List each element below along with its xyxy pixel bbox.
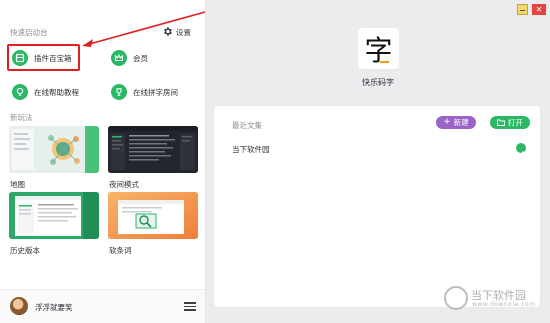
minimize-icon[interactable] [517, 4, 528, 15]
quick-action-label: 在线帮助教程 [34, 87, 79, 97]
app-logo: 字 [358, 28, 399, 69]
check-circle-icon [516, 143, 526, 156]
avatar[interactable] [10, 297, 28, 315]
folder-icon [497, 119, 505, 126]
settings-button[interactable]: 设置 [176, 27, 191, 38]
close-icon[interactable]: ✕ [532, 4, 546, 15]
user-footer: 浮浮就要笑 [0, 289, 205, 323]
quick-start-label: 快速启动台 [10, 28, 48, 37]
watermark-url: www.downxia.com [472, 301, 536, 308]
search-thumbnail[interactable] [108, 192, 198, 239]
trophy-icon [111, 84, 127, 100]
plus-icon: + [443, 117, 451, 127]
night-mode-thumbnail[interactable] [108, 126, 198, 173]
quick-action-label: 在线拼字房间 [133, 87, 178, 97]
watermark-logo [444, 286, 468, 310]
hamburger-menu-icon[interactable] [184, 300, 196, 312]
gear-icon[interactable] [162, 26, 173, 37]
recent-title: 最近文集 [232, 121, 262, 130]
feature-label: 历史版本 [10, 246, 40, 255]
quick-action-label: 会员 [133, 53, 148, 63]
new-play-label: 新玩法 [10, 113, 33, 122]
history-thumbnail[interactable] [9, 192, 99, 239]
crown-icon [111, 50, 127, 66]
quick-action-typing-room[interactable]: 在线拼字房间 [111, 81, 178, 103]
map-thumbnail[interactable] [9, 126, 99, 173]
annotation-highlight-box [7, 44, 80, 71]
username: 浮浮就要笑 [35, 303, 73, 312]
lightbulb-icon [12, 84, 28, 100]
recent-file-name: 当下软件园 [232, 145, 270, 154]
app-name: 快乐码字 [362, 78, 394, 87]
sidebar: 快速启动台 设置 插件百宝箱 会员 在线帮助教程 在线拼字房间 新玩法 地图 夜… [0, 0, 206, 323]
recent-collections-card: 最近文集 + 新建 打开 当下软件园 [214, 106, 540, 307]
watermark: 当下软件园 www.downxia.com [444, 286, 544, 314]
open-button-label: 打开 [508, 118, 523, 127]
recent-file-item[interactable]: 当下软件园 [228, 142, 528, 156]
new-button[interactable]: + 新建 [436, 116, 476, 129]
feature-label: 地图 [10, 180, 25, 189]
open-button[interactable]: 打开 [490, 116, 530, 129]
quick-action-help-tutorial[interactable]: 在线帮助教程 [12, 81, 79, 103]
feature-label: 夜间模式 [109, 180, 139, 189]
new-button-label: 新建 [453, 118, 469, 127]
feature-label: 软条词 [109, 246, 132, 255]
quick-action-membership[interactable]: 会员 [111, 47, 148, 69]
